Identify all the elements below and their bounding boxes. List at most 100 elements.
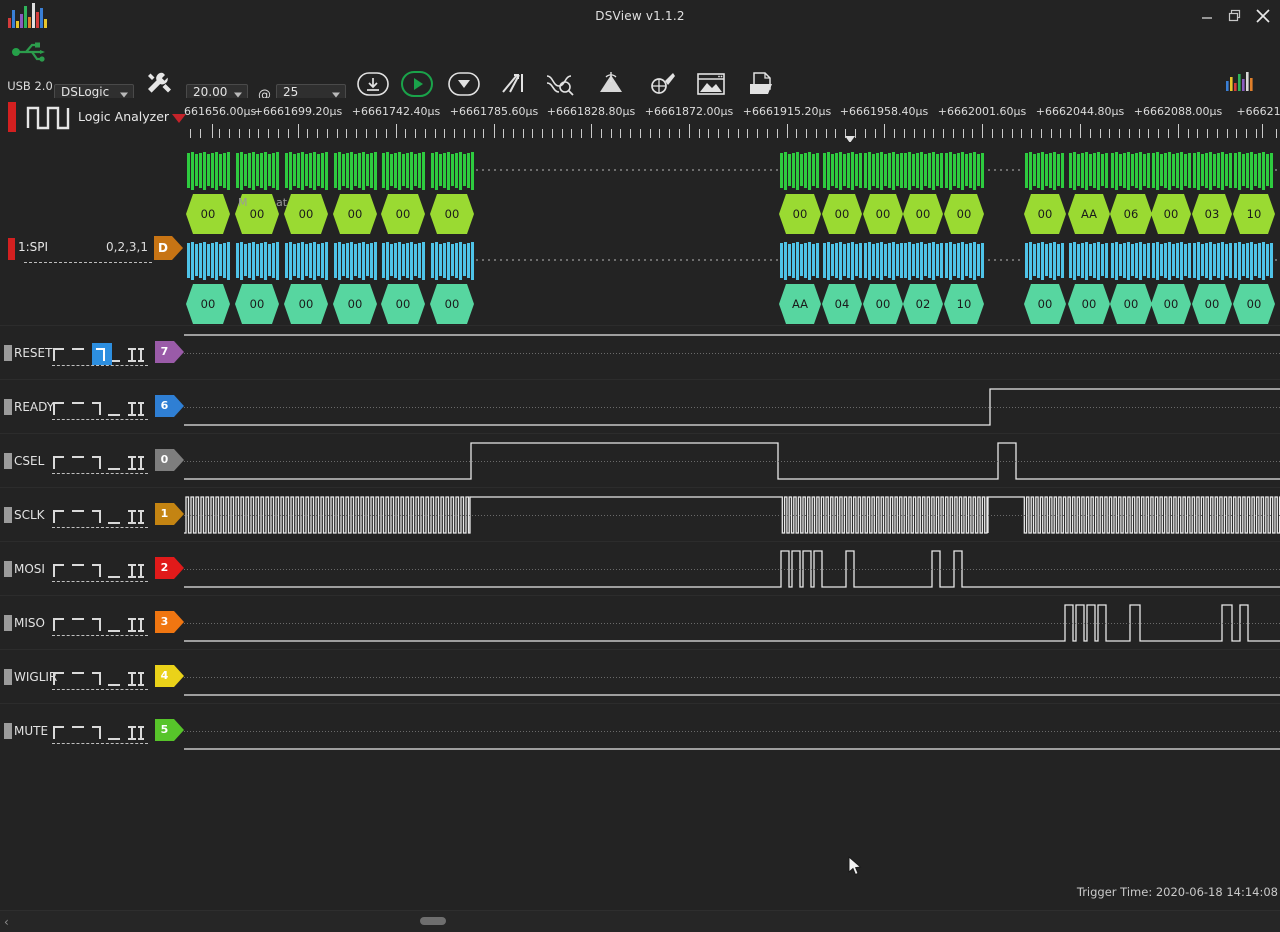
channel-trace[interactable] <box>184 381 1280 435</box>
decoder-packet[interactable]: 00 <box>381 194 425 234</box>
channel-trigger-icons[interactable] <box>52 613 148 635</box>
decoder-packet[interactable]: 03 <box>1192 194 1232 234</box>
decoder-packet[interactable]: 00 <box>1110 284 1152 324</box>
ruler-tick-minor <box>610 129 612 138</box>
decoder-packet[interactable]: 00 <box>822 194 862 234</box>
decoder-packet[interactable]: 00 <box>430 194 474 234</box>
ruler-tick-minor <box>366 129 368 138</box>
decoder-packet[interactable]: 00 <box>944 194 984 234</box>
ruler-label: +6661958.40µs <box>839 105 929 118</box>
ruler-tick-minor <box>698 129 700 138</box>
decoder-packet[interactable]: 00 <box>903 194 943 234</box>
decoder-packet[interactable]: 00 <box>863 194 903 234</box>
ruler-tick-minor <box>190 129 191 138</box>
channel-name-label: READY <box>14 400 55 414</box>
maximize-button[interactable] <box>1222 3 1248 29</box>
ruler-tick-minor <box>287 129 289 138</box>
channel-enable-toggle[interactable] <box>4 345 12 361</box>
decoder-packet[interactable]: 00 <box>863 284 903 324</box>
decoder-packet[interactable]: 00 <box>284 194 328 234</box>
minimize-button[interactable] <box>1194 3 1220 29</box>
window-title: DSView v1.1.2 <box>595 9 685 23</box>
decoder-packet[interactable]: 00 <box>186 284 230 324</box>
ruler-tick-minor <box>991 129 993 138</box>
decoder-packet[interactable]: 00 <box>235 284 279 324</box>
scrollbar-thumb[interactable] <box>420 917 446 925</box>
time-ruler[interactable]: +6661656.00µs+6661699.20µs +6661742.40µs +… <box>184 100 1280 142</box>
decoder-idle-dots <box>1275 259 1280 261</box>
channel-trigger-icons[interactable] <box>52 721 148 743</box>
ruler-tick-minor <box>551 129 553 138</box>
channel-trace[interactable] <box>184 705 1280 759</box>
channel-separator <box>0 541 1280 542</box>
decoder-packet[interactable]: 00 <box>1151 284 1191 324</box>
decoder-packet[interactable]: 00 <box>1233 284 1275 324</box>
decoder-packet[interactable]: 00 <box>1024 194 1066 234</box>
close-button[interactable] <box>1250 3 1276 29</box>
decoder-packet[interactable]: 02 <box>903 284 943 324</box>
channel-trigger-selected[interactable] <box>92 343 112 365</box>
ruler-tick-minor <box>463 129 465 138</box>
ruler-tick-minor <box>542 129 544 138</box>
channel-trigger-icons[interactable] <box>52 667 148 689</box>
channel-trace[interactable] <box>184 489 1280 543</box>
channel-enable-toggle[interactable] <box>4 399 12 415</box>
decoder-packet[interactable]: AA <box>1068 194 1110 234</box>
decoder-packet[interactable]: 10 <box>944 284 984 324</box>
channel-trace[interactable] <box>184 543 1280 597</box>
channel-midline <box>184 623 1280 624</box>
decode-icon <box>533 68 587 100</box>
decoder-packet[interactable]: 00 <box>284 284 328 324</box>
channel-midline <box>184 407 1280 408</box>
ruler-label: +6661742.40µs <box>351 105 441 118</box>
channel-trigger-icons[interactable] <box>52 559 148 581</box>
horizontal-scrollbar[interactable]: ‹ <box>0 910 1280 932</box>
ruler-tick-minor <box>903 129 905 138</box>
wrench-screwdriver-icon <box>132 68 186 100</box>
decoder-bit-band <box>284 240 328 280</box>
decoder-packet[interactable]: 04 <box>822 284 862 324</box>
channel-enable-toggle[interactable] <box>4 669 12 685</box>
ruler-tick-minor <box>199 129 201 138</box>
decoder-lanes[interactable]: 00 00 00 00 00 00 00 00 00 00 00 00 AA 06 00 03 10 00 00 00… <box>184 150 1280 330</box>
ruler-tick-minor <box>1148 129 1150 138</box>
decoder-indicator <box>8 238 15 260</box>
decoder-packet[interactable]: 00 <box>333 194 377 234</box>
decoder-packet[interactable]: 00 <box>430 284 474 324</box>
decoder-packet[interactable]: 00 <box>1151 194 1191 234</box>
ruler-tick-minor <box>1050 129 1052 138</box>
decoder-packet[interactable]: AA <box>779 284 821 324</box>
channel-index-label: 6 <box>160 399 169 412</box>
channel-enable-toggle[interactable] <box>4 723 12 739</box>
decoder-bit-band <box>235 150 279 190</box>
channel-enable-toggle[interactable] <box>4 507 12 523</box>
channel-enable-toggle[interactable] <box>4 561 12 577</box>
channel-trigger-icons[interactable] <box>52 397 148 419</box>
channel-trace[interactable] <box>184 327 1280 381</box>
decoder-packet[interactable]: 00 <box>381 284 425 324</box>
ruler-tick-minor <box>600 129 602 138</box>
decoder-packet[interactable]: 06 <box>1110 194 1152 234</box>
channel-midline <box>184 353 1280 354</box>
decoder-packet[interactable]: 00 <box>333 284 377 324</box>
decoder-packet[interactable]: 00 <box>1024 284 1066 324</box>
ruler-tick-minor <box>424 129 426 138</box>
channel-enable-toggle[interactable] <box>4 453 12 469</box>
decoder-packet[interactable]: 00 <box>1068 284 1110 324</box>
ruler-tick-major <box>787 124 788 138</box>
ruler-tick-minor <box>512 129 514 138</box>
channel-trigger-icons[interactable] <box>52 451 148 473</box>
channel-index-label: 7 <box>160 345 169 358</box>
channel-trace[interactable] <box>184 651 1280 705</box>
decoder-packet[interactable]: 00 <box>186 194 230 234</box>
channel-trace[interactable] <box>184 597 1280 651</box>
channel-trigger-icons[interactable] <box>52 505 148 527</box>
channel-enable-toggle[interactable] <box>4 615 12 631</box>
scroll-left-arrow-icon[interactable]: ‹ <box>4 915 9 929</box>
help-logo-icon <box>1208 66 1272 98</box>
decoder-packet[interactable]: 10 <box>1233 194 1275 234</box>
decoder-packet[interactable]: 00 <box>779 194 821 234</box>
channel-trace[interactable] <box>184 435 1280 489</box>
decoder-packet[interactable]: 00 <box>1192 284 1232 324</box>
ruler-tick-minor <box>414 129 416 138</box>
